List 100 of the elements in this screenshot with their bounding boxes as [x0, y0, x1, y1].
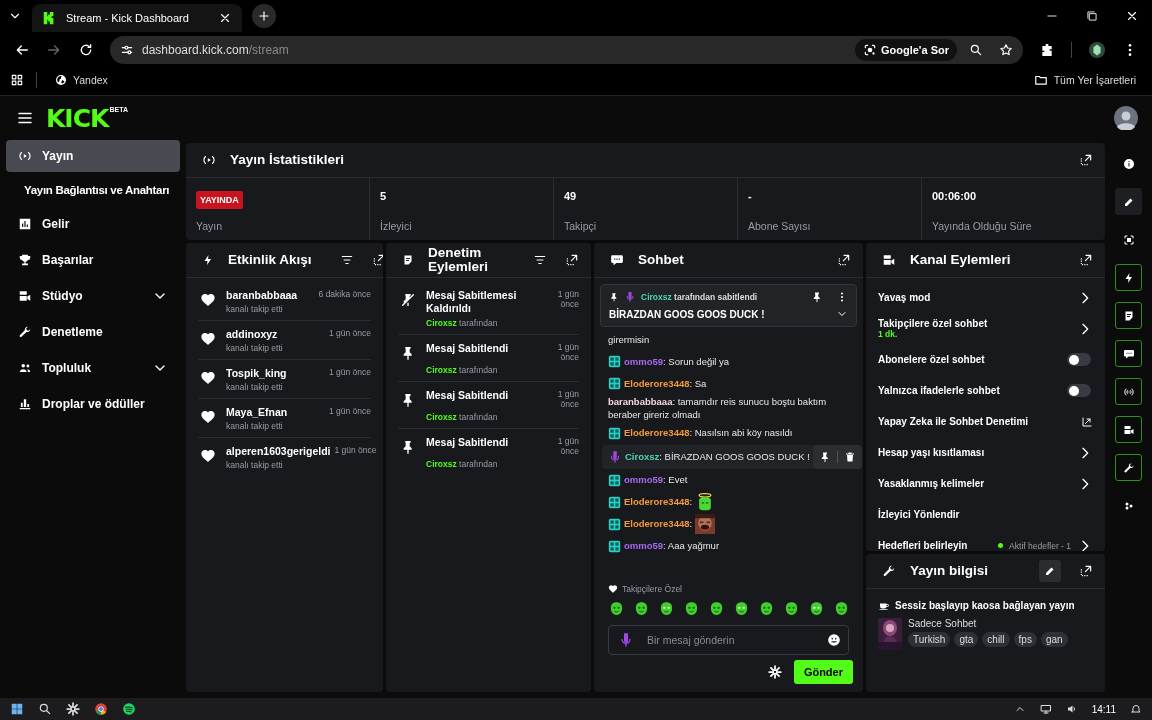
- panel-toggle-button[interactable]: [1115, 340, 1142, 367]
- sidebar-item[interactable]: Stüdyo: [6, 280, 180, 312]
- username[interactable]: baranbabbaaa: [226, 289, 298, 301]
- monitor-icon[interactable]: [1039, 703, 1052, 715]
- tag[interactable]: gta: [954, 632, 979, 647]
- chat-message: ommo59: Aaa yağmur: [624, 539, 720, 553]
- username[interactable]: alperen1603gerigeldi: [226, 445, 331, 457]
- sidebar-item[interactable]: Yayın: [6, 140, 180, 172]
- emote-icon[interactable]: [783, 600, 800, 617]
- edit-button[interactable]: [1039, 560, 1061, 582]
- panel-title: Yayın bilgisi: [910, 563, 989, 579]
- address-bar[interactable]: dashboard.kick.com/stream Google'a Sor: [110, 35, 1023, 64]
- username[interactable]: Maya_Efnan: [226, 406, 288, 418]
- browser-tab[interactable]: Stream - Kick Dashboard: [32, 4, 242, 32]
- emote-icon[interactable]: [808, 600, 825, 617]
- username[interactable]: addinoxyz: [226, 328, 278, 340]
- new-tab-button[interactable]: [252, 4, 276, 28]
- emote-icon[interactable]: [833, 600, 850, 617]
- music-app-icon[interactable]: [122, 702, 136, 716]
- close-tab-icon[interactable]: [218, 11, 232, 25]
- apps-icon[interactable]: [10, 73, 24, 87]
- setting-label[interactable]: Hedefleri belirleyin: [878, 540, 993, 551]
- profile-icon[interactable]: [1088, 40, 1106, 59]
- sidebar-item[interactable]: Gelir: [6, 208, 180, 240]
- tag[interactable]: Turkish: [908, 632, 951, 647]
- star-icon[interactable]: [999, 42, 1013, 57]
- browser-icon[interactable]: [94, 702, 108, 716]
- sidebar-item[interactable]: Başarılar: [6, 244, 180, 276]
- setting-label[interactable]: Abonelere özel sohbet: [878, 354, 1061, 365]
- toggle-switch[interactable]: [1067, 353, 1091, 366]
- sidebar-item[interactable]: Droplar ve ödüller: [6, 388, 180, 420]
- tag[interactable]: chill: [982, 632, 1010, 647]
- chart-icon: [18, 217, 32, 231]
- popout-icon[interactable]: [1079, 564, 1093, 578]
- sidebar-subitem[interactable]: Yayın Bağlantısı ve Anahtarı: [6, 176, 180, 204]
- emote-icon[interactable]: [708, 600, 725, 617]
- chat-username[interactable]: Eloderore3448:: [624, 517, 693, 531]
- setting-label[interactable]: Takipçilere özel sohbet: [878, 318, 1071, 329]
- panel-title: Kanal Eylemleri: [910, 252, 1011, 268]
- username[interactable]: Tospik_king: [226, 367, 287, 379]
- reload-icon[interactable]: [78, 41, 94, 58]
- stat-value: -: [748, 190, 753, 202]
- external-link-icon[interactable]: [1081, 415, 1093, 428]
- badge-icon: [608, 495, 621, 509]
- document-icon: [402, 254, 414, 266]
- popout-icon[interactable]: [565, 253, 579, 267]
- clock[interactable]: 14:11: [1091, 703, 1116, 715]
- sidebar-item[interactable]: Denetleme: [6, 316, 180, 348]
- message-input[interactable]: Bir mesaj gönderin: [608, 625, 849, 655]
- emote-icon[interactable]: [658, 600, 675, 617]
- filter-icon[interactable]: [533, 253, 547, 267]
- panel-toggle-button[interactable]: [1115, 454, 1142, 481]
- setting-value: 1 dk.: [878, 329, 898, 339]
- emote-icon[interactable]: [608, 600, 625, 617]
- emote-icon[interactable]: [733, 600, 750, 617]
- panel-toggle-button[interactable]: [1115, 188, 1142, 215]
- event-text: kanalı takip etti: [226, 343, 284, 353]
- send-button[interactable]: Gönder: [793, 660, 853, 684]
- chat-username[interactable]: Eloderore3448:: [624, 495, 693, 509]
- pin-icon[interactable]: [811, 291, 823, 303]
- search-icon[interactable]: [38, 702, 52, 716]
- popout-icon[interactable]: [1079, 253, 1093, 267]
- folder-icon: [1033, 73, 1048, 87]
- setting-label[interactable]: Yalnızca ifadelerle sohbet: [878, 385, 1061, 396]
- tag[interactable]: fps: [1013, 632, 1037, 647]
- setting-label[interactable]: İzleyici Yönlendir: [878, 509, 1093, 520]
- windows-start-icon[interactable]: [10, 702, 24, 716]
- panel-toggle-button[interactable]: [1115, 264, 1142, 291]
- setting-label[interactable]: Hesap yaşı kısıtlaması: [878, 447, 1071, 458]
- avatar[interactable]: [1114, 106, 1138, 130]
- all-bookmarks-button[interactable]: Tüm Yer İşaretleri: [1027, 71, 1142, 89]
- setting-label[interactable]: Yasaklanmış kelimeler: [878, 478, 1071, 489]
- setting-label[interactable]: Yavaş mod: [878, 292, 1071, 303]
- emote-icon[interactable]: [633, 600, 650, 617]
- delete-icon[interactable]: [843, 450, 856, 463]
- settings-icon[interactable]: [767, 665, 782, 679]
- category-name[interactable]: Sadece Sohbet: [908, 618, 1068, 629]
- zoom-icon[interactable]: [969, 42, 983, 57]
- panel-toggle-button[interactable]: [1115, 378, 1142, 405]
- toggle-switch[interactable]: [1067, 384, 1091, 397]
- tag[interactable]: gan: [1040, 632, 1068, 647]
- sidebar-item[interactable]: Topluluk: [6, 352, 180, 384]
- popout-icon[interactable]: [371, 253, 383, 267]
- panel-toggle-button[interactable]: [1115, 302, 1142, 329]
- close-icon[interactable]: [1125, 9, 1139, 23]
- restore-icon[interactable]: [1085, 9, 1099, 23]
- setting-label[interactable]: Yapay Zeka ile Sohbet Denetimi: [878, 416, 1075, 427]
- notification-icon[interactable]: [1130, 703, 1142, 715]
- emote-icon[interactable]: [683, 600, 700, 617]
- gear-icon[interactable]: [66, 702, 80, 716]
- panel-toggle-button[interactable]: [1115, 416, 1142, 443]
- extensions-icon[interactable]: [1039, 41, 1055, 58]
- ask-google-button[interactable]: Google'a Sor: [855, 38, 957, 61]
- filter-icon[interactable]: [339, 253, 354, 267]
- speaker-icon[interactable]: [1065, 703, 1078, 715]
- emoji-icon[interactable]: [827, 633, 841, 647]
- bookmark[interactable]: Yandex: [49, 72, 114, 88]
- emote-icon[interactable]: [758, 600, 775, 617]
- popout-icon[interactable]: [1079, 153, 1093, 167]
- popout-icon[interactable]: [837, 253, 851, 267]
